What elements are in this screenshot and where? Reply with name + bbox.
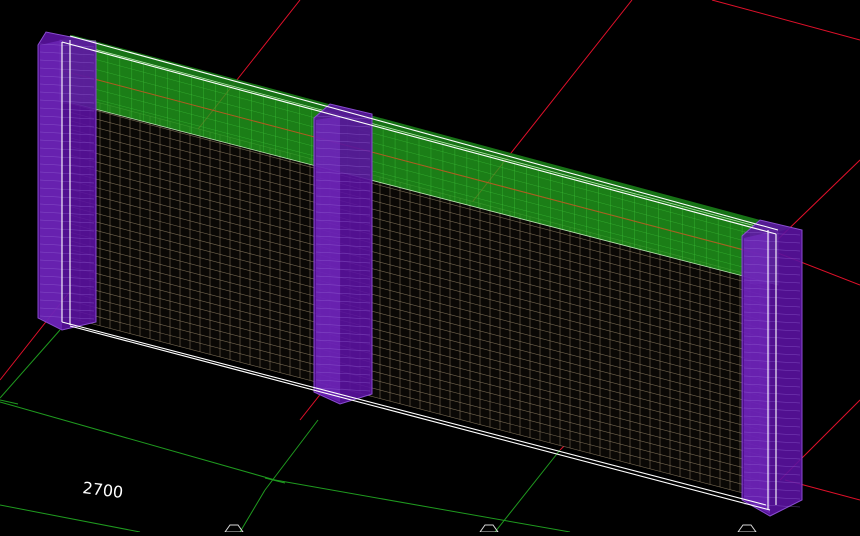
column-face [316, 116, 340, 402]
column-1 [37, 31, 97, 331]
3d-model-viewport[interactable]: 2700 [0, 0, 860, 533]
column-2 [313, 103, 373, 405]
column-face [744, 232, 770, 514]
wall-model-scene: 2700 [0, 0, 860, 533]
column-face [40, 40, 62, 330]
column-3 [741, 219, 803, 517]
